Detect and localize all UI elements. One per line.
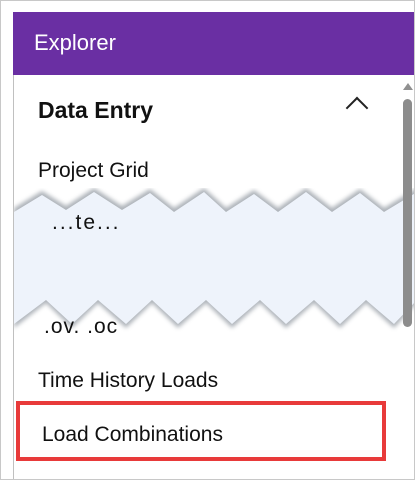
explorer-header: Explorer [13, 12, 414, 75]
partial-label-bottom: .ov. .oc [44, 315, 119, 338]
vertical-scrollbar[interactable] [400, 81, 414, 471]
highlight-box: Load Combinations [16, 401, 386, 461]
tree-item-project-grid[interactable]: Project Grid [38, 159, 149, 183]
section-data-entry[interactable]: Data Entry [38, 97, 153, 124]
scroll-thumb[interactable] [403, 99, 412, 327]
partial-label-top: ...te... [52, 211, 121, 234]
explorer-window: Explorer Data Entry Project Grid ...te..… [0, 0, 415, 480]
header-title: Explorer [34, 30, 116, 55]
chevron-up-icon[interactable] [345, 96, 369, 120]
scroll-up-arrow-icon[interactable] [403, 83, 413, 90]
explorer-panel: Data Entry Project Grid ...te... .ov. .o… [13, 75, 414, 479]
tree-item-time-history-loads[interactable]: Time History Loads [38, 369, 218, 393]
tree-item-load-combinations[interactable]: Load Combinations [42, 423, 223, 447]
